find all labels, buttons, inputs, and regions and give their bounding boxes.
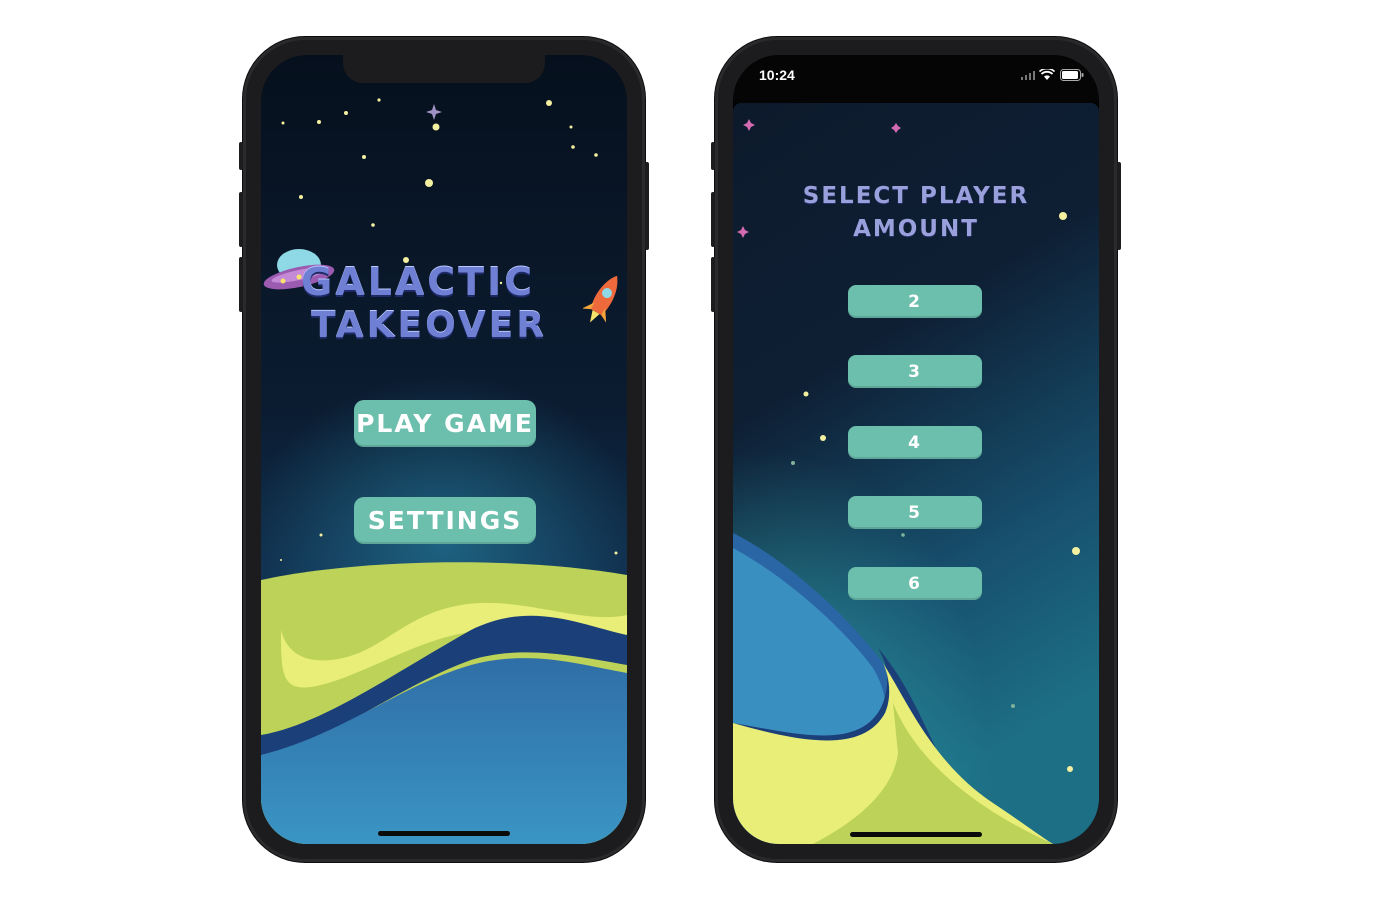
home-screen: GALACTIC TAKEOVER PLAY GAME SETTINGS	[261, 55, 627, 844]
wifi-icon	[1039, 69, 1055, 80]
phone-player-select: 10:24 SELECT PLAYER AMOUNT 2 3 4 5 6	[711, 37, 1121, 862]
player-amount-3-button[interactable]: 3	[848, 355, 982, 388]
phone-home: GALACTIC TAKEOVER PLAY GAME SETTINGS	[239, 37, 649, 862]
volume-down-button	[239, 257, 243, 312]
home-indicator[interactable]	[850, 832, 982, 837]
title-line-1: SELECT PLAYER	[802, 183, 1030, 209]
volume-up-button	[711, 192, 715, 247]
volume-up-button	[239, 192, 243, 247]
mute-switch	[239, 142, 243, 170]
power-button	[1117, 162, 1121, 250]
player-amount-5-button[interactable]: 5	[848, 496, 982, 529]
logo-line-2: TAKEOVER	[311, 305, 547, 346]
player-select-screen: 10:24 SELECT PLAYER AMOUNT 2 3 4 5 6	[733, 55, 1099, 844]
status-time: 10:24	[759, 67, 795, 83]
home-indicator[interactable]	[378, 831, 510, 836]
play-game-button[interactable]: PLAY GAME	[354, 400, 536, 447]
settings-button[interactable]: SETTINGS	[354, 497, 536, 544]
volume-down-button	[711, 257, 715, 312]
title-line-2: AMOUNT	[853, 216, 979, 242]
mute-switch	[711, 142, 715, 170]
notch	[343, 55, 545, 83]
battery-icon	[1060, 69, 1084, 81]
rocket-icon	[583, 275, 618, 323]
space-background	[261, 98, 627, 844]
logo-line-1: GALACTIC	[301, 260, 536, 304]
player-amount-2-button[interactable]: 2	[848, 285, 982, 318]
signal-icon	[1021, 71, 1035, 80]
power-button	[645, 162, 649, 250]
player-amount-4-button[interactable]: 4	[848, 426, 982, 459]
player-amount-6-button[interactable]: 6	[848, 567, 982, 600]
status-bar: 10:24	[733, 55, 1099, 103]
